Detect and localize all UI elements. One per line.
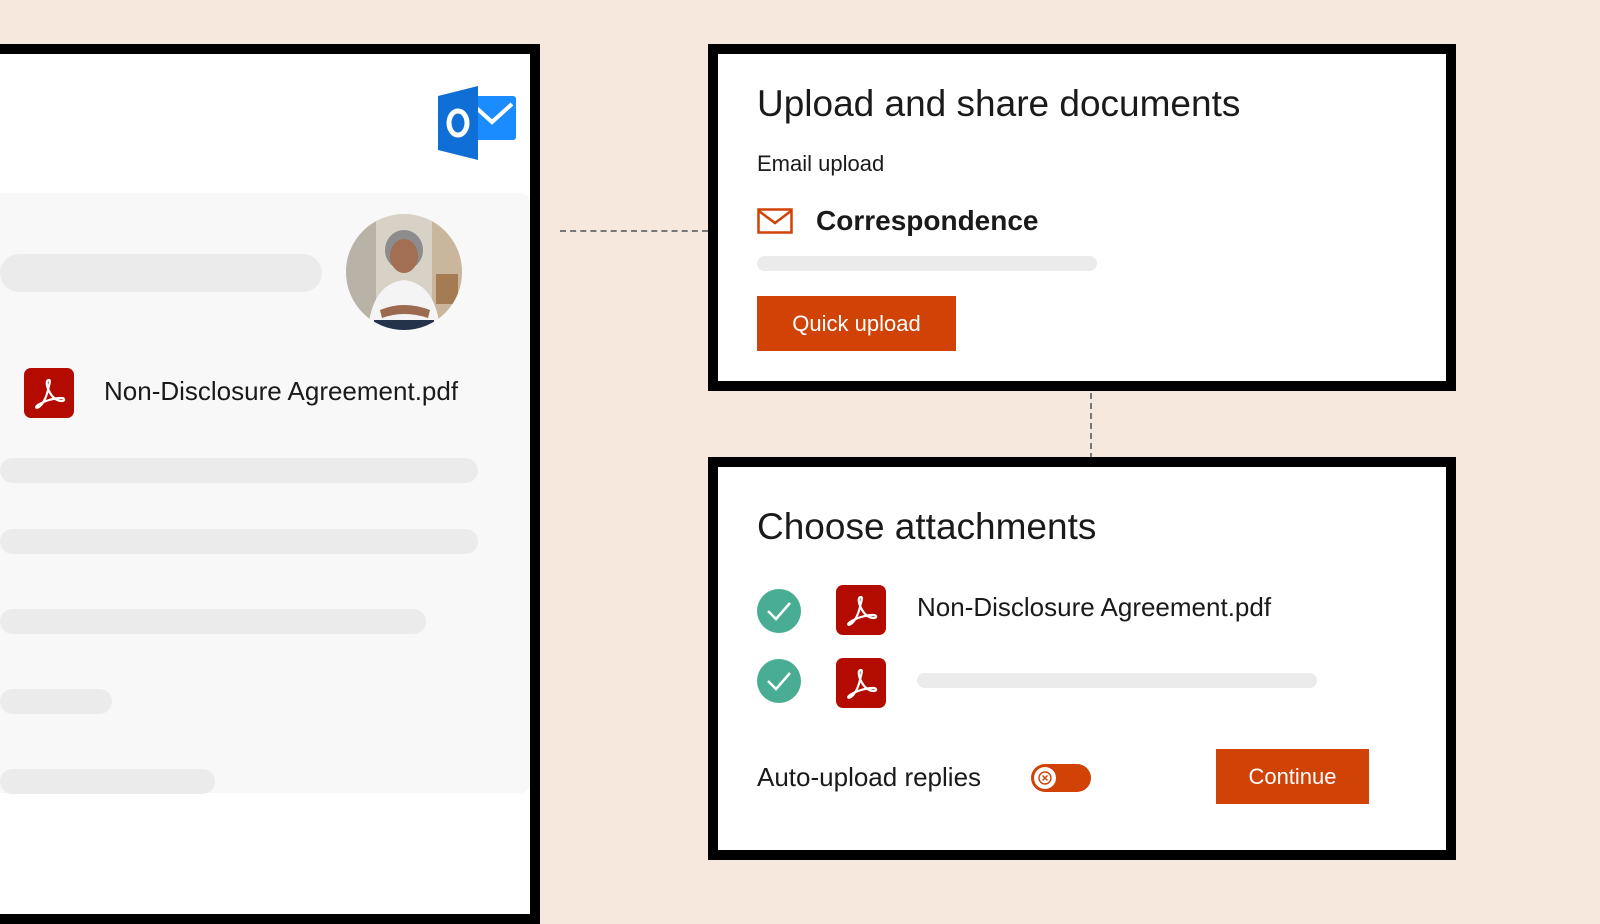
pdf-icon xyxy=(836,658,886,708)
envelope-icon xyxy=(757,208,793,239)
placeholder-line xyxy=(0,769,215,794)
auto-upload-label: Auto-upload replies xyxy=(757,762,982,792)
checkmark-icon[interactable] xyxy=(757,589,801,633)
pdf-icon xyxy=(836,585,886,635)
sender-avatar xyxy=(346,214,462,330)
placeholder-line xyxy=(0,254,322,292)
folder-label[interactable]: Correspondence xyxy=(816,204,1039,238)
outlook-icon xyxy=(438,86,518,160)
placeholder-line xyxy=(0,458,478,483)
placeholder-line xyxy=(0,689,112,714)
pdf-icon xyxy=(24,368,74,418)
email-attachment-filename[interactable]: Non-Disclosure Agreement.pdf xyxy=(104,370,458,412)
upload-dialog-title: Upload and share documents xyxy=(757,83,1241,124)
attachments-dialog-title: Choose attachments xyxy=(757,506,1097,547)
checkmark-icon[interactable] xyxy=(757,659,801,703)
upload-dialog-subtitle: Email upload xyxy=(757,151,885,176)
close-icon xyxy=(1034,767,1056,789)
quick-upload-button[interactable]: Quick upload xyxy=(757,296,956,351)
connector-line xyxy=(560,230,708,232)
continue-button[interactable]: Continue xyxy=(1216,749,1369,804)
connector-line xyxy=(1090,393,1092,459)
placeholder-line xyxy=(757,256,1097,271)
placeholder-line xyxy=(0,609,426,634)
placeholder-line xyxy=(0,529,478,554)
auto-upload-toggle[interactable] xyxy=(1031,764,1091,792)
placeholder-line xyxy=(917,673,1317,688)
attachment-filename: Non-Disclosure Agreement.pdf xyxy=(917,592,1272,622)
